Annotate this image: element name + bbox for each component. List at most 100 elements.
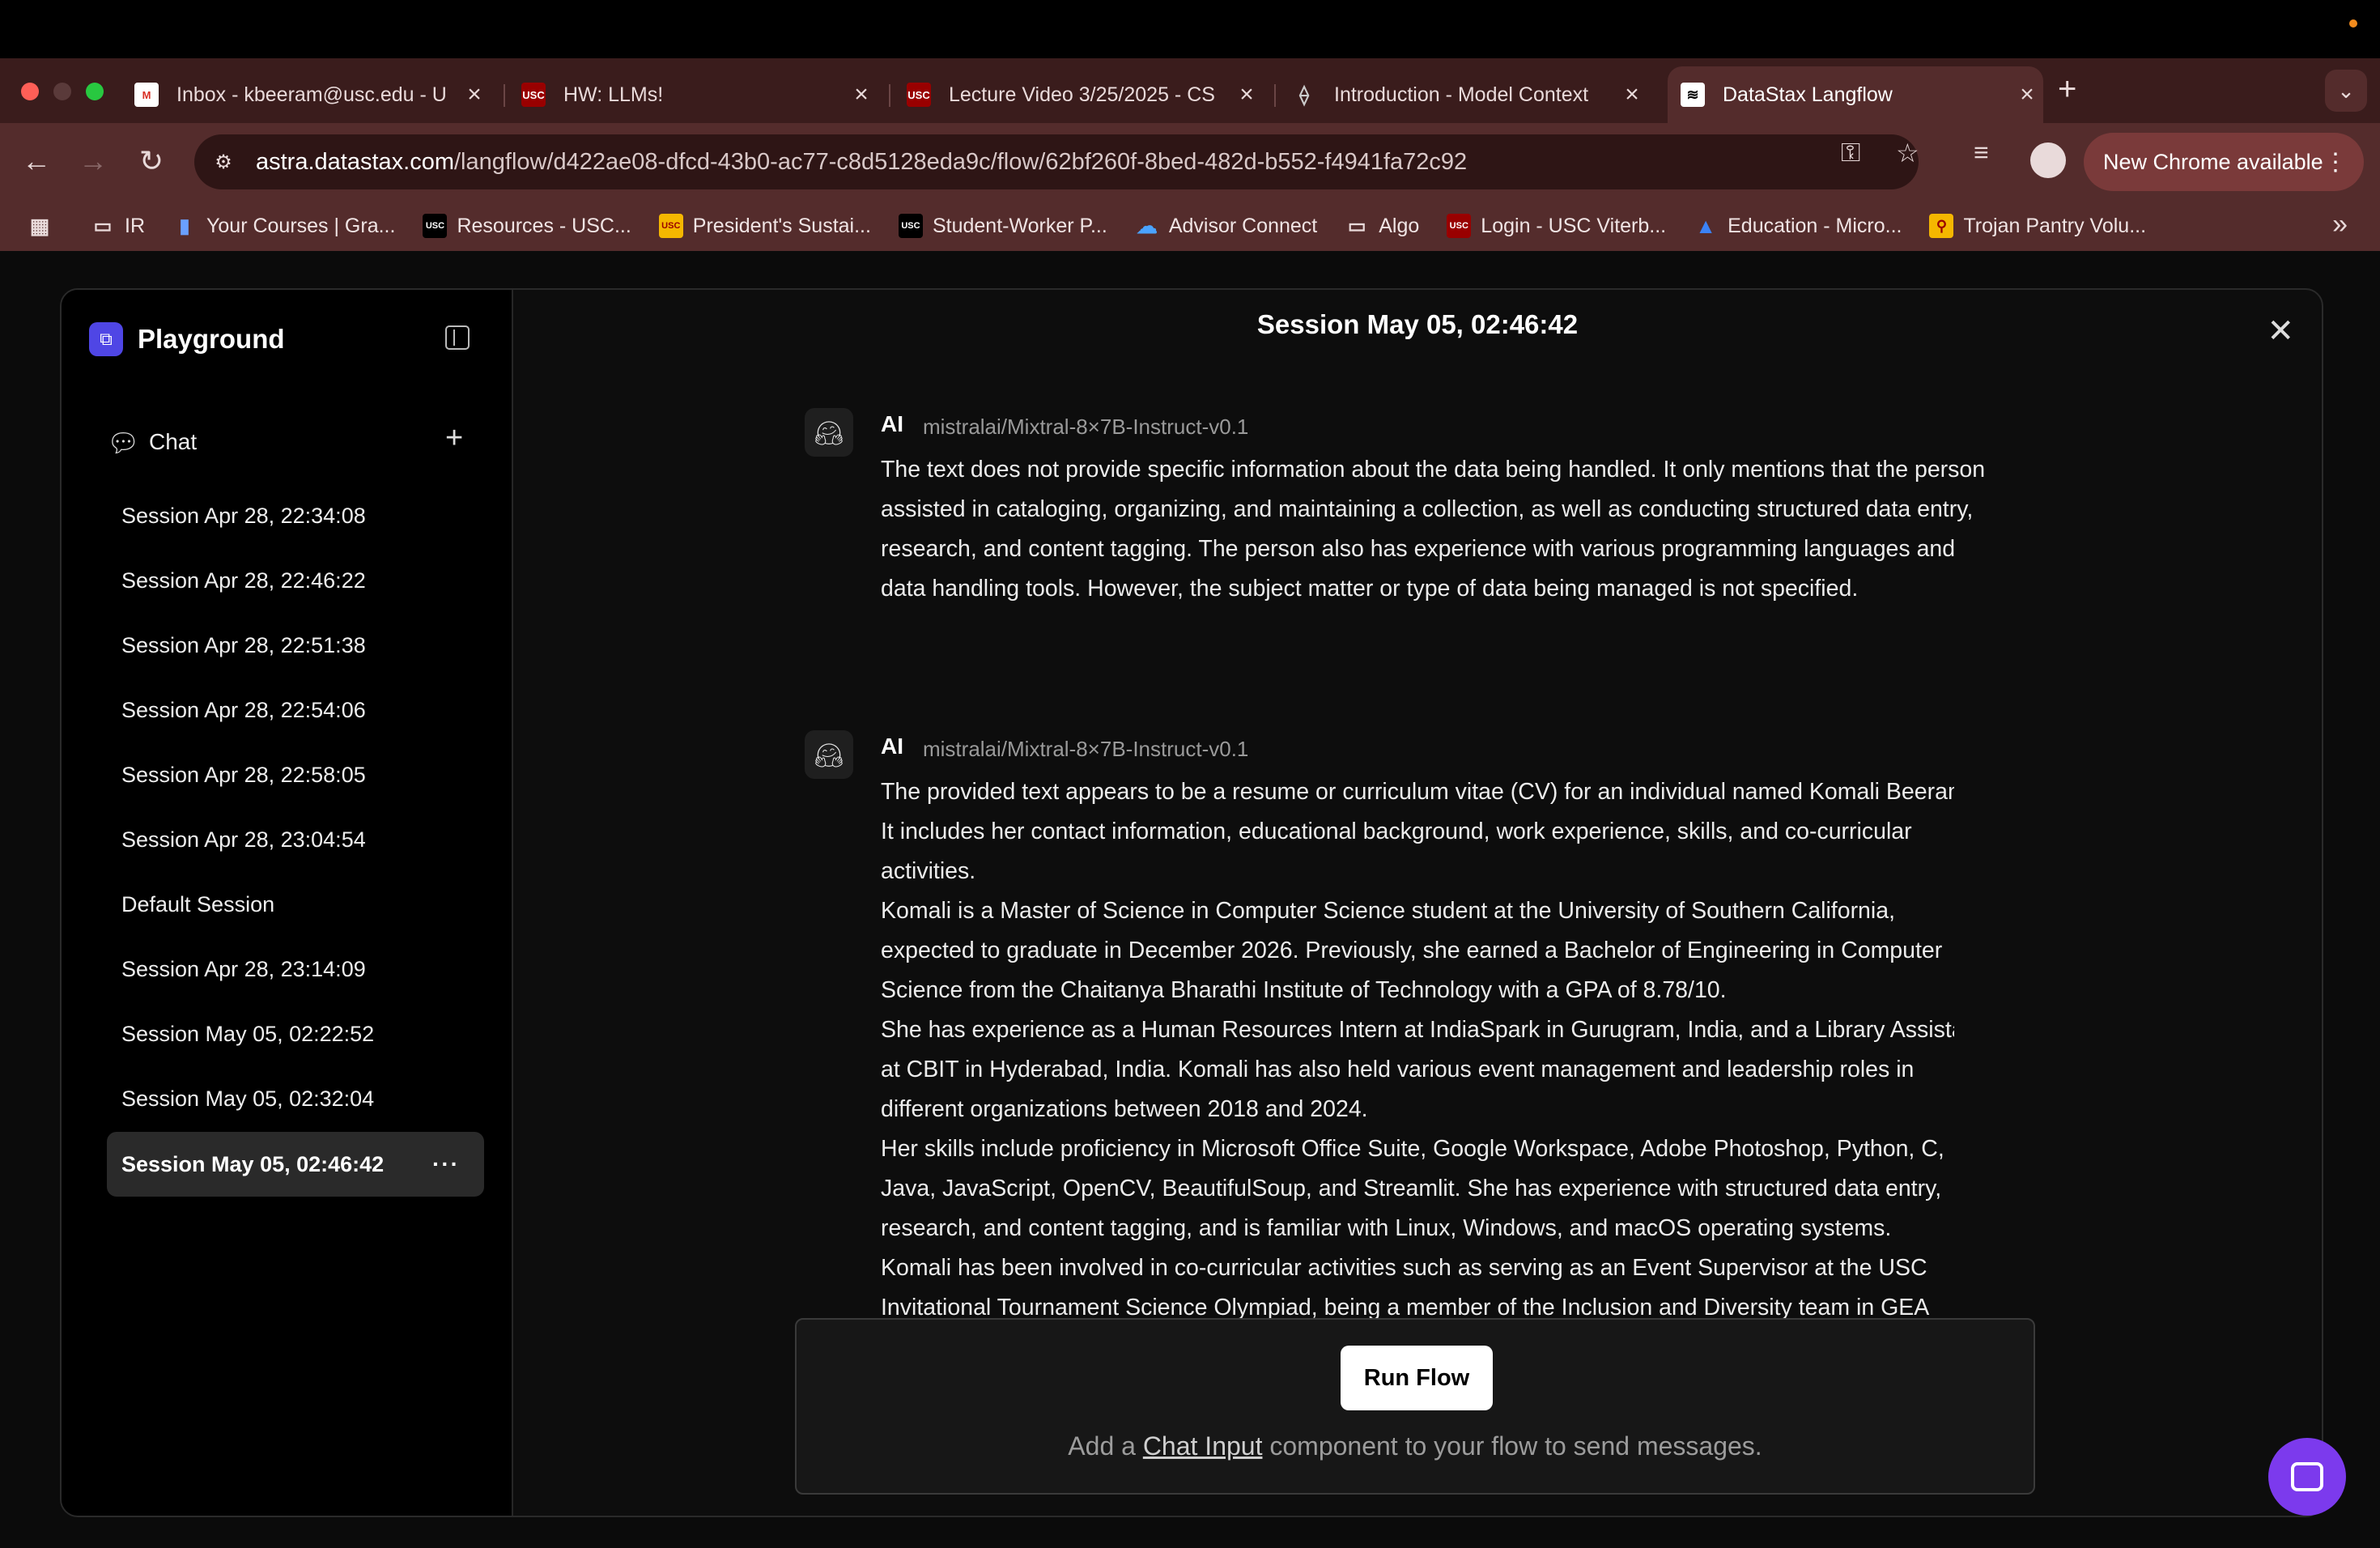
usc-icon: USC bbox=[521, 83, 546, 107]
browser-tab-strip: M Inbox - kbeeram@usc.edu - U × USC HW: … bbox=[0, 58, 2380, 123]
session-item[interactable]: Session Apr 28, 22:46:22 bbox=[107, 551, 484, 610]
window-minimize-button[interactable] bbox=[53, 83, 71, 100]
bookmark-student-worker[interactable]: USC Student-Worker P... bbox=[898, 214, 1107, 238]
tab-search-icon[interactable]: ⌄ bbox=[2325, 70, 2367, 112]
session-item[interactable]: Session May 05, 02:22:52 bbox=[107, 1004, 484, 1064]
tab-close-icon[interactable]: × bbox=[1616, 81, 1648, 108]
hint-suffix: component to your flow to send messages. bbox=[1262, 1431, 1762, 1461]
cloud-icon: ☁ bbox=[1136, 213, 1158, 238]
forward-icon[interactable]: → bbox=[73, 141, 113, 181]
session-label: Session May 05, 02:22:52 bbox=[121, 1021, 375, 1046]
run-flow-button[interactable]: Run Flow bbox=[1341, 1346, 1493, 1410]
close-icon[interactable]: ✕ bbox=[2267, 313, 2294, 350]
session-label: Default Session bbox=[121, 891, 275, 916]
bookmark-courses[interactable]: ▮ Your Courses | Gra... bbox=[172, 214, 395, 238]
tab-close-icon[interactable]: × bbox=[2011, 81, 2043, 108]
tab-title: HW: LLMs! bbox=[563, 83, 664, 106]
site-settings-icon[interactable]: ⚙ bbox=[206, 144, 241, 180]
usc-icon: USC bbox=[898, 214, 923, 238]
window-close-button[interactable] bbox=[21, 83, 39, 100]
chrome-update-button[interactable]: New Chrome available ⋮ bbox=[2084, 133, 2364, 191]
session-title: Session May 05, 02:46:42 bbox=[1256, 309, 1579, 339]
browser-tab[interactable]: M Inbox - kbeeram@usc.edu - U × bbox=[134, 66, 491, 123]
bookmark-label: Resources - USC... bbox=[457, 214, 631, 237]
session-label: Session Apr 28, 22:51:38 bbox=[121, 632, 366, 657]
bookmark-pantry[interactable]: ⚲ Trojan Pantry Volu... bbox=[1929, 214, 2146, 238]
bookmark-resources[interactable]: USC Resources - USC... bbox=[423, 214, 631, 238]
tab-divider bbox=[504, 84, 505, 107]
url-host: astra.datastax.com bbox=[256, 148, 454, 175]
bookmark-star-icon[interactable]: ☆ bbox=[1896, 138, 1919, 168]
profile-avatar[interactable] bbox=[2030, 142, 2066, 178]
session-item[interactable]: Session May 05, 02:32:04 bbox=[107, 1069, 484, 1129]
message-body[interactable]: The text does not provide specific infor… bbox=[881, 450, 1990, 609]
bookmark-label: IR bbox=[125, 214, 145, 237]
back-icon[interactable]: ← bbox=[16, 141, 57, 181]
browser-tab-active[interactable]: ≋ DataStax Langflow × bbox=[1668, 66, 2043, 123]
chat-message: 🤗︎ AI mistralai/Mixtral-8×7B-Instruct-v0… bbox=[805, 408, 1985, 667]
message-body[interactable]: The provided text appears to be a resume… bbox=[881, 772, 1954, 1328]
session-item[interactable]: Session Apr 28, 23:14:09 bbox=[107, 939, 484, 999]
session-item[interactable]: Default Session bbox=[107, 874, 484, 934]
reload-icon[interactable]: ↻ bbox=[131, 141, 172, 181]
bookmark-algo[interactable]: ▭ Algo bbox=[1345, 214, 1419, 238]
update-label: New Chrome available bbox=[2103, 149, 2323, 174]
chat-support-button[interactable] bbox=[2268, 1438, 2346, 1516]
input-hint: Add a Chat Input component to your flow … bbox=[797, 1431, 2034, 1461]
media-control-icon[interactable]: ≡ bbox=[1974, 138, 1989, 168]
tab-close-icon[interactable]: × bbox=[1230, 81, 1263, 108]
bookmark-label: President's Sustai... bbox=[692, 214, 871, 237]
folder-icon: ▭ bbox=[1347, 215, 1366, 237]
bookmark-label: Trojan Pantry Volu... bbox=[1963, 214, 2147, 237]
usc-icon: USC bbox=[1447, 214, 1472, 238]
bookmark-advisor[interactable]: ☁ Advisor Connect bbox=[1135, 214, 1317, 238]
bot-avatar-icon: 🤗︎ bbox=[805, 730, 853, 779]
bot-avatar-icon: 🤗︎ bbox=[805, 408, 853, 457]
mcp-icon: ⟠ bbox=[1299, 83, 1309, 106]
session-label: Session May 05, 02:32:04 bbox=[121, 1086, 375, 1111]
browser-tab[interactable]: USC HW: LLMs! × bbox=[521, 66, 878, 123]
sidebar-collapse-icon[interactable] bbox=[445, 325, 470, 350]
hint-prefix: Add a bbox=[1068, 1431, 1143, 1461]
browser-tab[interactable]: USC Lecture Video 3/25/2025 - CS × bbox=[907, 66, 1263, 123]
chat-section-label: Chat bbox=[149, 429, 198, 454]
session-item[interactable]: Session Apr 28, 22:51:38 bbox=[107, 615, 484, 675]
window-zoom-button[interactable] bbox=[86, 83, 104, 100]
status-dot bbox=[2349, 19, 2357, 28]
message-paragraph: Komali has been involved in co-curricula… bbox=[881, 1255, 1930, 1320]
bookmark-education[interactable]: ▲ Education - Micro... bbox=[1694, 214, 1902, 238]
usc-icon: USC bbox=[658, 214, 683, 238]
message-sender: AI bbox=[881, 411, 903, 436]
browser-tab[interactable]: ⟠ Introduction - Model Context × bbox=[1292, 66, 1648, 123]
session-item[interactable]: Session Apr 28, 22:58:05 bbox=[107, 745, 484, 805]
chat-input-panel: Run Flow Add a Chat Input component to y… bbox=[795, 1318, 2035, 1495]
tab-close-icon[interactable]: × bbox=[845, 81, 878, 108]
bookmark-president[interactable]: USC President's Sustai... bbox=[658, 214, 871, 238]
bookmark-label: Algo bbox=[1379, 214, 1420, 237]
session-item[interactable]: Session Apr 28, 22:54:06 bbox=[107, 680, 484, 740]
session-label: Session Apr 28, 22:34:08 bbox=[121, 503, 366, 528]
bookmark-login[interactable]: USC Login - USC Viterb... bbox=[1447, 214, 1666, 238]
session-options-icon[interactable]: ··· bbox=[432, 1151, 460, 1177]
pantry-icon: ⚲ bbox=[1929, 214, 1954, 238]
chat-input-link[interactable]: Chat Input bbox=[1143, 1431, 1263, 1461]
tab-divider bbox=[889, 84, 890, 107]
bookmark-ir[interactable]: ▭ IR bbox=[91, 214, 145, 238]
session-label: Session Apr 28, 22:46:22 bbox=[121, 568, 366, 593]
message-model: mistralai/Mixtral-8×7B-Instruct-v0.1 bbox=[923, 737, 1249, 761]
tab-title: DataStax Langflow bbox=[1723, 83, 1893, 106]
url-text[interactable]: astra.datastax.com/langflow/d422ae08-dfc… bbox=[256, 149, 1467, 176]
new-chat-plus-icon[interactable]: + bbox=[445, 421, 463, 456]
session-item-active[interactable]: Session May 05, 02:46:42 ··· bbox=[107, 1132, 484, 1197]
new-tab-icon[interactable]: + bbox=[2058, 71, 2076, 108]
address-bar[interactable]: ⚙ astra.datastax.com/langflow/d422ae08-d… bbox=[194, 134, 1919, 189]
playground-sidebar: ⧉ Playground 💬︎ Chat + Session Apr 28, 2… bbox=[62, 290, 513, 1516]
more-bookmarks-icon[interactable]: » bbox=[2332, 209, 2348, 240]
bookmarks-bar: ▦ ▭ IR ▮ Your Courses | Gra... USC Resource… bbox=[0, 201, 2380, 251]
tab-close-icon[interactable]: × bbox=[458, 81, 491, 108]
session-item[interactable]: Session Apr 28, 22:34:08 bbox=[107, 486, 484, 546]
apps-grid-icon[interactable]: ▦ bbox=[28, 214, 62, 238]
password-key-icon[interactable]: ⚿ bbox=[1841, 138, 1860, 168]
chat-message: 🤗︎ AI mistralai/Mixtral-8×7B-Instruct-v0… bbox=[805, 730, 1954, 1346]
session-item[interactable]: Session Apr 28, 23:04:54 bbox=[107, 810, 484, 870]
